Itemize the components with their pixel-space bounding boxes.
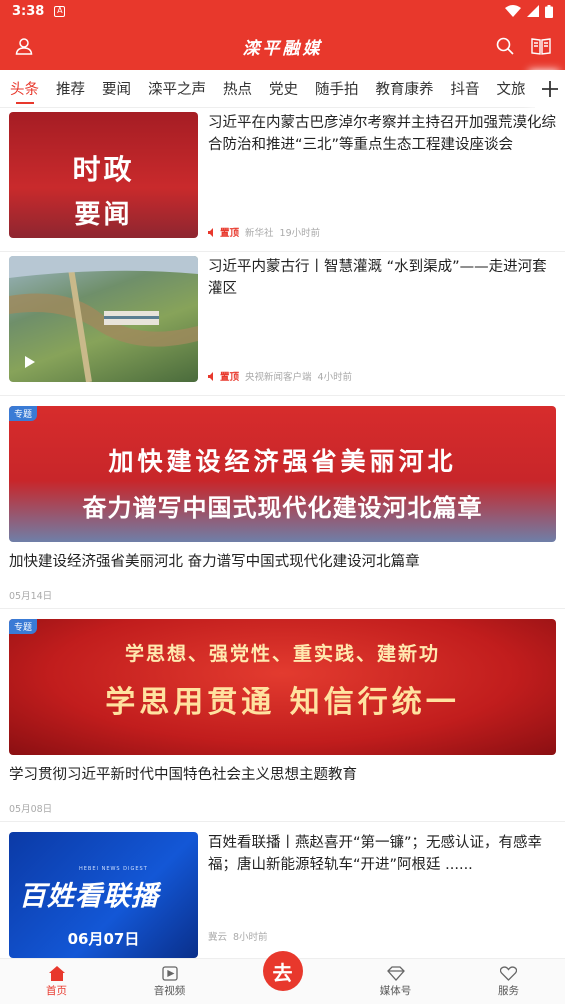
speaker-icon <box>208 227 213 237</box>
topic-title: 学习贯彻习近平新时代中国特色社会主义思想主题教育 <box>9 767 357 783</box>
special-topic-item[interactable]: 专题 加快建设经济强省美丽河北 奋力谱写中国式现代化建设河北篇章 加快建设经济强… <box>0 396 565 609</box>
category-tabs: 头条 推荐 要闻 滦平之声 热点 党史 随手拍 教育康养 抖音 文旅 <box>0 69 565 108</box>
pinned-label: 置顶 <box>220 372 240 383</box>
news-meta: 冀云 8小时前 <box>208 929 556 957</box>
news-time: 4小时前 <box>317 372 353 383</box>
status-icons <box>505 4 553 18</box>
app-root: 3:38 A 滦平融媒 头条 推荐 要闻 滦平之声 热点 党史 随手拍 教育康养… <box>0 0 565 1004</box>
news-meta: 置顶 新华社 19小时前 <box>208 225 556 243</box>
search-button[interactable] <box>491 32 519 60</box>
news-source: 新华社 <box>245 228 274 239</box>
thumbnail-text: HEBEI NEWS DIGEST <box>79 866 148 872</box>
news-source: 冀云 <box>208 932 228 943</box>
nav-home[interactable]: 首页 <box>0 959 113 1004</box>
app-header: 滦平融媒 <box>0 22 565 70</box>
news-meta: 置顶 央视新闻客户端 4小时前 <box>208 369 556 387</box>
header-actions <box>491 32 555 60</box>
diamond-icon <box>386 965 405 981</box>
nav-media[interactable]: 媒体号 <box>339 959 452 1004</box>
topic-title: 加快建设经济强省美丽河北 奋力谱写中国式现代化建设河北篇章 <box>9 554 420 570</box>
thumbnail-text: 要闻 <box>74 200 133 230</box>
news-item[interactable]: 时政 要闻 习近平在内蒙古巴彦淖尔考察并主持召开加强荒漠化综合防治和推进“三北”… <box>0 108 565 252</box>
news-thumbnail: 时政 要闻 <box>9 112 198 238</box>
plus-icon <box>542 80 558 97</box>
notification-icon: A <box>54 5 66 17</box>
wifi-icon <box>505 5 521 17</box>
heart-icon <box>500 965 517 981</box>
news-headline: 百姓看联播丨燕赵喜开“第一镰”；无感认证，有感幸福；唐山新能源轻轨车“开进”阿根… <box>208 835 543 873</box>
nav-video[interactable]: 音视频 <box>113 959 226 1004</box>
news-headline: 习近平在内蒙古巴彦淖尔考察并主持召开加强荒漠化综合防治和推进“三北”等重点生态工… <box>208 115 556 153</box>
nav-label: 首页 <box>46 984 67 997</box>
user-icon <box>15 38 33 55</box>
thumbnail-text: 时政 <box>72 153 135 186</box>
search-icon <box>496 37 514 55</box>
news-item[interactable]: 习近平内蒙古行丨智慧灌溉 “水到渠成”——走进河套灌区 置顶 央视新闻客户端 4… <box>0 252 565 396</box>
banner-text: 加快建设经济强省美丽河北 <box>108 447 457 476</box>
topic-badge: 专题 <box>9 619 38 634</box>
aerial-irrigation-image <box>9 256 198 382</box>
nav-service[interactable]: 服务 <box>452 959 565 1004</box>
video-icon <box>161 965 178 981</box>
tab-party-history[interactable]: 党史 <box>269 70 298 107</box>
news-thumbnail: 百姓看联播 HEBEI NEWS DIGEST 06月07日 <box>9 832 198 958</box>
thumbnail-text: 百姓看联播 <box>19 881 159 912</box>
news-thumbnail <box>9 256 198 382</box>
news-feed: 时政 要闻 习近平在内蒙古巴彦淖尔考察并主持召开加强荒漠化综合防治和推进“三北”… <box>0 108 565 958</box>
news-time: 8小时前 <box>233 932 268 943</box>
tab-headlines[interactable]: 头条 <box>10 70 39 107</box>
app-title: 滦平融媒 <box>242 38 323 59</box>
tab-education-health[interactable]: 教育康养 <box>376 70 434 107</box>
speaker-icon <box>208 371 213 381</box>
tab-culture-tourism[interactable]: 文旅 <box>497 70 526 107</box>
nav-label: 音视频 <box>153 984 186 997</box>
banner-text: 学思用贯通 知信行统一 <box>105 685 460 720</box>
banner-text: 学思想、强党性、重实践、建新功 <box>124 643 440 665</box>
epaper-button[interactable] <box>527 32 555 60</box>
news-source: 央视新闻客户端 <box>245 372 312 383</box>
bottom-nav: 首页 音视频 去 媒体号 服务 <box>0 951 565 1004</box>
center-action-button[interactable]: 去 <box>262 951 303 991</box>
pinned-tag: 置顶 <box>208 225 239 239</box>
status-time: 3:38 <box>12 3 45 19</box>
pinned-tag: 置顶 <box>208 369 239 383</box>
topic-banner: 专题 加快建设经济强省美丽河北 奋力谱写中国式现代化建设河北篇章 <box>9 406 556 542</box>
play-icon <box>25 356 35 368</box>
home-icon <box>48 965 65 981</box>
topic-date: 05月08日 <box>9 804 53 815</box>
nav-label: 服务 <box>498 984 519 997</box>
topic-banner: 专题 学思想、强党性、重实践、建新功 学思用贯通 知信行统一 <box>9 619 556 755</box>
tab-hot[interactable]: 热点 <box>223 70 252 107</box>
topic-badge: 专题 <box>9 406 38 421</box>
tab-luanping-voice[interactable]: 滦平之声 <box>148 70 206 107</box>
news-item[interactable]: 百姓看联播 HEBEI NEWS DIGEST 06月07日 百姓看联播丨燕赵喜… <box>0 822 565 958</box>
add-channel-button[interactable] <box>535 69 565 108</box>
thumbnail-text: 06月07日 <box>67 930 140 948</box>
nav-center: 去 <box>226 951 339 1004</box>
book-icon <box>531 38 551 55</box>
tab-snapshot[interactable]: 随手拍 <box>315 70 359 107</box>
news-time: 19小时前 <box>279 228 321 239</box>
banner-text: 奋力谱写中国式现代化建设河北篇章 <box>82 493 483 522</box>
news-body: 百姓看联播丨燕赵喜开“第一镰”；无感认证，有感幸福；唐山新能源轻轨车“开进”阿根… <box>198 832 556 957</box>
tab-douyin[interactable]: 抖音 <box>451 70 480 107</box>
pinned-label: 置顶 <box>220 228 240 239</box>
tab-list: 头条 推荐 要闻 滦平之声 热点 党史 随手拍 教育康养 抖音 文旅 <box>0 70 535 107</box>
profile-button[interactable] <box>10 32 38 60</box>
news-headline: 习近平内蒙古行丨智慧灌溉 “水到渠成”——走进河套灌区 <box>208 259 547 297</box>
battery-icon <box>545 4 553 18</box>
news-body: 习近平内蒙古行丨智慧灌溉 “水到渠成”——走进河套灌区 置顶 央视新闻客户端 4… <box>198 256 556 387</box>
news-body: 习近平在内蒙古巴彦淖尔考察并主持召开加强荒漠化综合防治和推进“三北”等重点生态工… <box>198 112 556 243</box>
signal-icon <box>527 5 539 17</box>
nav-label: 媒体号 <box>379 984 412 997</box>
tab-news[interactable]: 要闻 <box>102 70 131 107</box>
special-topic-item[interactable]: 专题 学思想、强党性、重实践、建新功 学思用贯通 知信行统一 学习贯彻习近平新时… <box>0 609 565 822</box>
status-bar: 3:38 A <box>0 0 565 22</box>
tab-recommend[interactable]: 推荐 <box>56 70 85 107</box>
topic-date: 05月14日 <box>9 591 53 602</box>
